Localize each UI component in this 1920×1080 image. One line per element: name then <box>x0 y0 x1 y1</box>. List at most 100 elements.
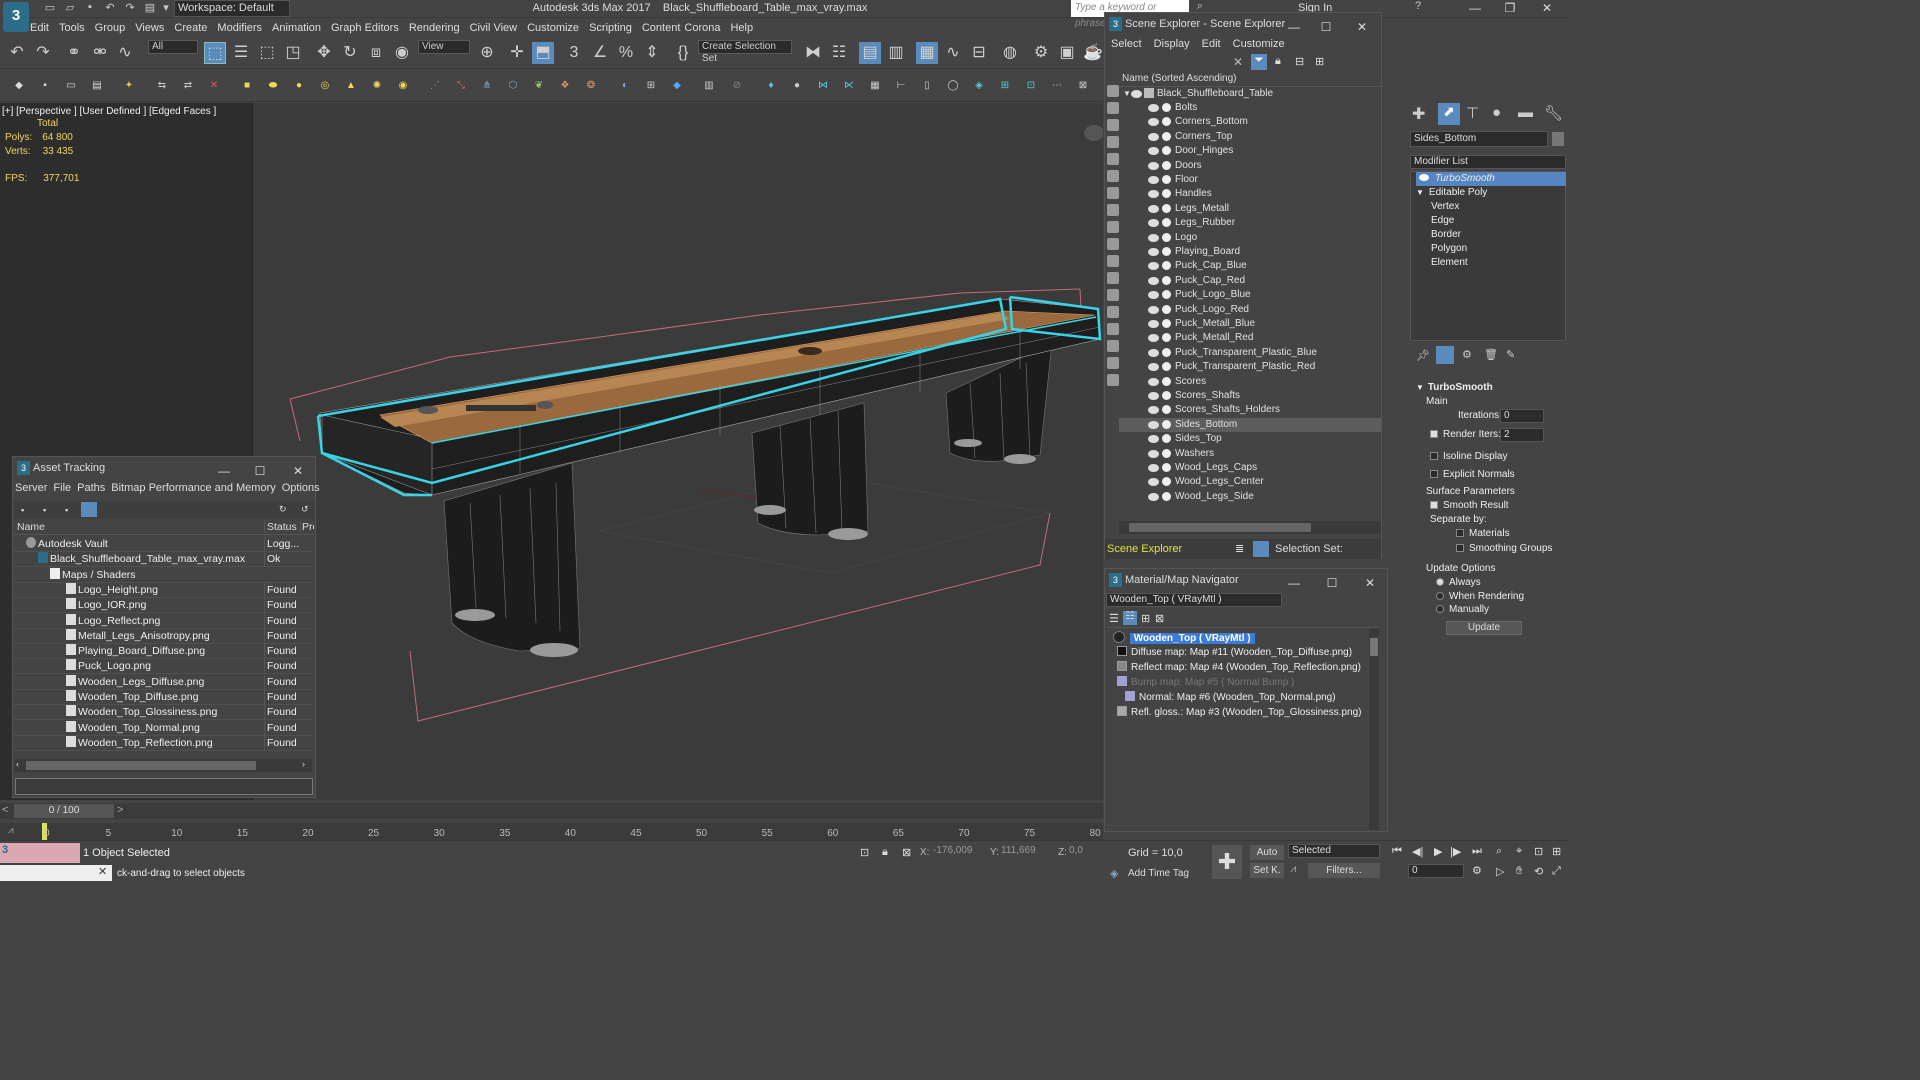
previous-frame-icon[interactable]: ◀| <box>1412 845 1423 858</box>
reference-coordinate-select[interactable]: View <box>418 40 470 54</box>
zoom-extents-all-icon[interactable]: ⊞ <box>1552 845 1561 858</box>
scene-object-row[interactable]: Doors <box>1119 159 1381 173</box>
quick-access-dropdown-icon[interactable]: ▾ <box>158 1 174 17</box>
time-config-icon[interactable]: ⚙ <box>1472 864 1482 877</box>
toggle-scene-explorer-icon[interactable]: ▤ <box>859 42 881 64</box>
visibility-eye-icon[interactable] <box>1148 377 1159 386</box>
select-manipulate-icon[interactable]: ✛ <box>506 42 528 64</box>
configure-modifier-sets-icon[interactable]: ✎ <box>1506 348 1515 361</box>
visibility-eye-icon[interactable] <box>1148 334 1159 343</box>
list-view-icon[interactable]: ☰ <box>1109 612 1119 625</box>
scene-object-row[interactable]: Scores <box>1119 375 1381 389</box>
render-bulb-icon[interactable] <box>1162 304 1171 314</box>
asset-row[interactable]: Puck_Logo.png Found <box>14 659 312 675</box>
close-button[interactable]: ✕ <box>1349 16 1375 34</box>
visibility-eye-icon[interactable] <box>1148 118 1159 127</box>
asset-path-field[interactable] <box>15 778 313 795</box>
material-tree-scrollbar[interactable] <box>1369 628 1379 830</box>
layer-stack-icon[interactable]: ≣ <box>1235 542 1244 555</box>
at-tool-icon-2[interactable]: ▪ <box>43 505 46 515</box>
scene-object-row[interactable]: Wood_Legs_Center <box>1119 475 1381 489</box>
col-status[interactable]: Status <box>264 521 297 533</box>
spinner-snap-icon[interactable]: ⇕ <box>641 42 663 64</box>
tool-icon-17[interactable]: ⊞ <box>644 79 658 93</box>
map-diffuse[interactable]: Diffuse map: Map #11 (Wooden_Top_Diffuse… <box>1117 646 1352 660</box>
selection-lock-icon[interactable]: 🔒︎ <box>882 846 888 859</box>
menu-civil-view[interactable]: Civil View <box>470 19 517 37</box>
asset-row[interactable]: Autodesk Vault Logg... <box>14 537 312 552</box>
at-menu-bitmap[interactable]: Bitmap Performance and Memory <box>111 482 275 494</box>
tool-icon-12[interactable]: ⬡ <box>506 79 520 93</box>
tool-icon-5[interactable]: ✦ <box>122 79 136 93</box>
tool-icon-25[interactable]: ▦ <box>868 79 882 93</box>
map-normal[interactable]: Normal: Map #6 (Wooden_Top_Normal.png) <box>1125 691 1336 705</box>
render-bulb-icon[interactable] <box>1162 175 1171 184</box>
tool-icon-4[interactable]: ▤ <box>90 79 104 93</box>
link-icon[interactable]: ⚭ <box>63 42 85 64</box>
col-name[interactable]: Name <box>17 521 45 533</box>
list-icon-view-icon[interactable]: ☷ <box>1123 611 1137 625</box>
visibility-eye-icon[interactable] <box>1148 348 1159 357</box>
selection-filter-select[interactable]: All <box>148 40 198 54</box>
render-bulb-icon[interactable] <box>1162 419 1171 429</box>
visibility-eye-icon[interactable] <box>1148 305 1159 314</box>
tool-icon-9[interactable]: ⋰ <box>428 79 442 93</box>
visibility-eye-icon[interactable] <box>1148 320 1159 328</box>
next-frame-icon[interactable]: |▶ <box>1450 845 1461 858</box>
visibility-eye-icon[interactable] <box>1148 449 1159 458</box>
zoom-icon[interactable]: ⌕ <box>1496 845 1502 858</box>
tool-icon-27[interactable]: ▯ <box>920 79 934 93</box>
scene-object-row[interactable]: Wood_Legs_Side <box>1119 490 1381 504</box>
render-iters-spinner[interactable]: 2 <box>1500 428 1544 442</box>
menu-content[interactable]: Content <box>642 19 681 37</box>
material-root-node[interactable]: Wooden_Top ( VRayMtl ) <box>1113 631 1255 645</box>
key-tangent-icon[interactable]: ⩘ <box>1290 863 1296 876</box>
pivot-center-icon[interactable]: ⊕ <box>476 42 498 64</box>
scene-object-row[interactable]: Sides_Bottom <box>1119 417 1381 432</box>
visibility-eye-icon[interactable] <box>1148 219 1159 228</box>
close-button[interactable]: ✕ <box>285 460 311 478</box>
sublevel-border[interactable]: Border <box>1416 228 1566 242</box>
tool-icon-30[interactable]: ⊞ <box>998 79 1012 93</box>
key-filters-button[interactable]: Filters... <box>1308 863 1380 878</box>
create-selection-set-select[interactable]: Create Selection Set <box>698 40 792 64</box>
asset-row[interactable]: Wooden_Top_Glossiness.png Found <box>14 705 312 721</box>
asset-row[interactable]: Metall_Legs_Anisotropy.png Found <box>14 628 312 644</box>
toggle-layer-explorer-icon[interactable]: ▥ <box>885 42 907 64</box>
cone-primitive-icon[interactable]: ▲ <box>344 79 358 93</box>
filter-icon[interactable]: ⏷ <box>1251 54 1267 70</box>
at-menu-paths[interactable]: Paths <box>77 482 105 494</box>
time-tag-icon[interactable]: ◈ <box>1110 867 1118 880</box>
time-next-icon[interactable]: > <box>117 804 123 816</box>
menu-scripting[interactable]: Scripting <box>589 19 632 37</box>
rectangular-selection-icon[interactable]: ⬚ <box>256 42 278 64</box>
render-bulb-icon[interactable] <box>1162 347 1171 357</box>
visibility-eye-icon[interactable] <box>1148 104 1159 112</box>
scene-object-row[interactable]: Puck_Cap_Red <box>1119 274 1381 288</box>
tool-icon-21[interactable]: ♦ <box>764 79 778 93</box>
scene-object-row[interactable]: Puck_Metall_Blue <box>1119 317 1381 331</box>
maxscript-input[interactable]: ✕ <box>0 865 112 881</box>
maximize-button[interactable]: ☐ <box>1313 16 1339 34</box>
turbosmooth-rollout-header[interactable]: ▼ TurboSmooth <box>1416 381 1566 395</box>
name-column-header[interactable]: Name (Sorted Ascending) <box>1119 73 1381 87</box>
orbit-icon[interactable]: ⟲ <box>1534 865 1543 878</box>
redo-icon[interactable]: ↷ <box>32 42 54 64</box>
scene-object-row[interactable]: Wood_Legs_Caps <box>1119 461 1381 475</box>
time-slider-thumb[interactable]: 0 / 100 <box>14 804 114 818</box>
menu-views[interactable]: Views <box>135 19 164 37</box>
tool-icon-3[interactable]: ▭ <box>64 79 78 93</box>
map-reflect[interactable]: Reflect map: Map #4 (Wooden_Top_Reflecti… <box>1117 661 1361 675</box>
menu-graph-editors[interactable]: Graph Editors <box>331 19 399 37</box>
go-to-end-icon[interactable]: ⏭ <box>1472 845 1482 858</box>
sphere-primitive-icon[interactable]: ● <box>292 79 306 93</box>
tool-icon-1[interactable]: ◆ <box>12 79 26 93</box>
update-button[interactable]: Update <box>1446 621 1522 635</box>
render-bulb-icon[interactable] <box>1162 376 1171 386</box>
curve-editor-icon[interactable]: ∿ <box>942 42 964 64</box>
y-coordinate-field[interactable]: 111,669 <box>998 845 1052 859</box>
sublevel-element[interactable]: Element <box>1416 256 1566 270</box>
smoothing-groups-checkbox[interactable]: Smoothing Groups <box>1456 542 1568 556</box>
redo-quick-icon[interactable]: ↷ <box>122 1 138 17</box>
large-icons-view-icon[interactable]: ⊠ <box>1155 612 1164 625</box>
